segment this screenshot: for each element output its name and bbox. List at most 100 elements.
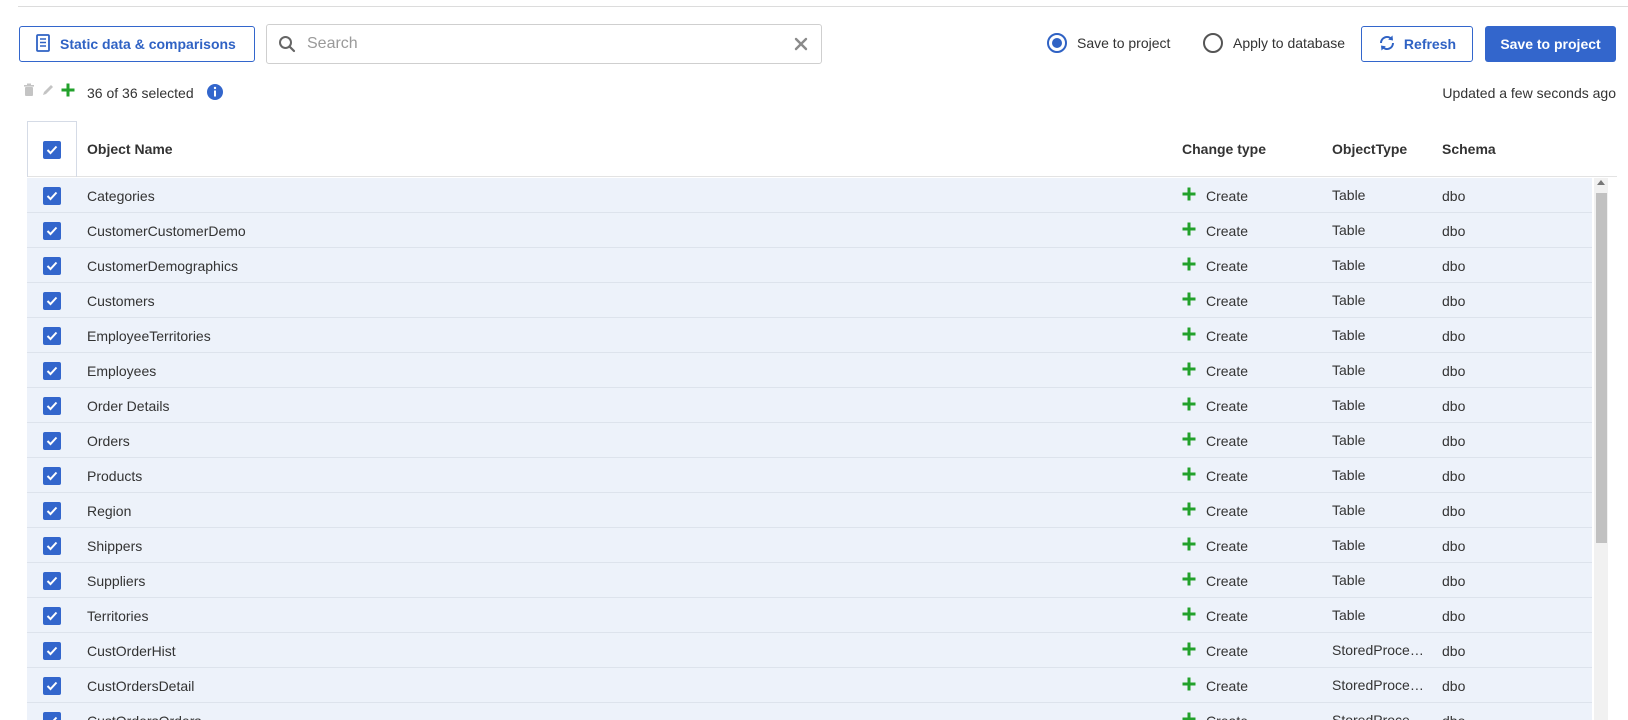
schema-cell: dbo [1442,292,1466,309]
save-to-project-button[interactable]: Save to project [1485,26,1616,62]
info-icon[interactable] [206,83,224,106]
edit-icon[interactable] [41,83,55,97]
checkbox-checked-icon [43,606,61,625]
change-type-cell: Create [1182,598,1248,633]
change-type-cell: Create [1182,353,1248,388]
object-type-cell: Table [1332,572,1366,588]
header-object-name[interactable]: Object Name [87,121,173,177]
change-type-label: Create [1206,292,1249,309]
table-row[interactable]: CustOrdersOrders Create StoredProce… dbo [27,703,1592,720]
change-type-label: Create [1206,677,1249,694]
selection-bar: 36 of 36 selected Updated a few seconds … [0,80,1628,106]
change-type-label: Create [1206,397,1249,414]
table-row[interactable]: CustOrdersDetail Create StoredProce… dbo [27,668,1592,703]
checkbox-checked-icon [43,676,61,695]
schema-cell: dbo [1442,187,1466,204]
checkbox-checked-icon [43,361,61,380]
table-row[interactable]: Suppliers Create Table dbo [27,563,1592,598]
refresh-button[interactable]: Refresh [1361,26,1473,62]
row-checkbox[interactable] [27,248,77,283]
table-row[interactable]: Orders Create Table dbo [27,423,1592,458]
table-row[interactable]: EmployeeTerritories Create Table dbo [27,318,1592,353]
row-checkbox[interactable] [27,353,77,388]
schema-cell: dbo [1442,572,1466,589]
static-data-label: Static data & comparisons [60,36,236,52]
radio-checked[interactable] [1047,33,1067,53]
updated-status: Updated a few seconds ago [1442,85,1616,101]
change-type-label: Create [1206,713,1248,720]
object-type-cell: Table [1332,502,1366,518]
save-to-project-radio[interactable]: Save to project [1047,33,1170,53]
static-data-comparisons-button[interactable]: Static data & comparisons [19,26,255,62]
row-checkbox[interactable] [27,178,77,213]
table-row[interactable]: Shippers Create Table dbo [27,528,1592,563]
table-row[interactable]: Employees Create Table dbo [27,353,1592,388]
table-row[interactable]: CustomerCustomerDemo Create Table dbo [27,213,1592,248]
schema-cell: dbo [1442,467,1466,484]
change-type-label: Create [1206,642,1249,659]
row-checkbox[interactable] [27,423,77,458]
change-type-cell: Create [1182,318,1248,353]
checkbox-checked-icon [43,641,61,660]
vertical-scrollbar[interactable] [1594,178,1608,720]
object-type-cell: Table [1332,432,1366,448]
checkbox-checked-icon [43,140,61,159]
delete-icon[interactable] [23,83,35,97]
apply-to-database-radio[interactable]: Apply to database [1203,33,1345,53]
radio-unchecked[interactable] [1203,33,1223,53]
row-checkbox[interactable] [27,493,77,528]
table-row[interactable]: Territories Create Table dbo [27,598,1592,633]
select-all-checkbox[interactable] [27,121,77,177]
schema-cell: dbo [1442,222,1466,239]
change-type-cell: Create [1182,388,1248,423]
change-type-label: Create [1206,187,1249,204]
row-actions [23,83,75,97]
object-name-cell: Region [87,502,132,519]
row-checkbox[interactable] [27,668,77,703]
checkbox-checked-icon [43,571,61,590]
row-checkbox[interactable] [27,318,77,353]
row-checkbox[interactable] [27,703,77,720]
row-checkbox[interactable] [27,563,77,598]
schema-cell: dbo [1442,642,1466,659]
row-checkbox[interactable] [27,528,77,563]
object-name-cell: Order Details [87,397,170,414]
search-input[interactable] [307,25,781,63]
table-row[interactable]: Categories Create Table dbo [27,178,1592,213]
object-type-cell: Table [1332,327,1366,343]
checkbox-checked-icon [43,466,61,485]
object-type-cell: StoredProce… [1332,642,1424,658]
table-row[interactable]: Region Create Table dbo [27,493,1592,528]
change-type-cell: Create [1182,633,1248,668]
create-plus-icon [1182,502,1196,519]
object-name-cell: Orders [87,432,130,449]
row-checkbox[interactable] [27,283,77,318]
header-change-type[interactable]: Change type [1182,121,1266,177]
change-type-cell: Create [1182,668,1248,703]
scrollbar-thumb[interactable] [1596,193,1607,543]
table-row[interactable]: CustomerDemographics Create Table dbo [27,248,1592,283]
schema-cell: dbo [1442,327,1466,344]
row-checkbox[interactable] [27,633,77,668]
clear-search-icon[interactable] [781,37,821,51]
schema-cell: dbo [1442,257,1466,274]
object-name-cell: CustOrdersOrders [87,703,1147,720]
header-object-type[interactable]: ObjectType [1332,121,1407,177]
header-schema[interactable]: Schema [1442,121,1496,177]
object-name-cell: Shippers [87,537,143,554]
table-row[interactable]: Customers Create Table dbo [27,283,1592,318]
table-row[interactable]: Order Details Create Table dbo [27,388,1592,423]
row-checkbox[interactable] [27,388,77,423]
row-checkbox[interactable] [27,458,77,493]
row-checkbox[interactable] [27,213,77,248]
scroll-up-arrow-icon[interactable] [1597,180,1605,185]
add-icon[interactable] [61,83,75,97]
table-row[interactable]: Products Create Table dbo [27,458,1592,493]
grid-header: Object Name Change type ObjectType Schem… [27,121,1617,177]
document-icon [36,33,50,55]
table-row[interactable]: CustOrderHist Create StoredProce… dbo [27,633,1592,668]
row-checkbox[interactable] [27,598,77,633]
object-name-cell: Suppliers [87,572,146,589]
schema-cell: dbo [1442,537,1466,554]
schema-cell: dbo [1442,703,1465,720]
